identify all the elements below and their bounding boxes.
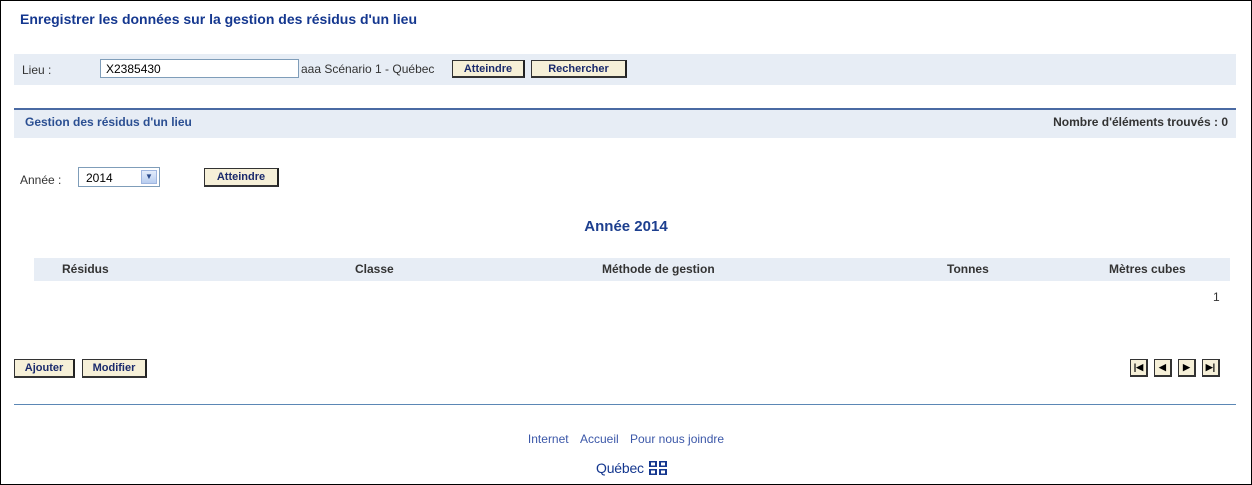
column-tonnes: Tonnes — [947, 262, 989, 276]
column-methode: Méthode de gestion — [602, 262, 715, 276]
quebec-logo: Québec — [596, 460, 668, 480]
column-residus: Résidus — [62, 262, 109, 276]
table-header: Résidus Classe Méthode de gestion Tonnes… — [34, 258, 1230, 281]
year-heading: Année 2014 — [584, 218, 668, 235]
footer-links: Internet Accueil Pour nous joindre — [0, 432, 1252, 446]
lieu-input[interactable] — [100, 59, 299, 78]
page-number: 1 — [1213, 290, 1220, 304]
ajouter-button[interactable]: Ajouter — [14, 359, 75, 378]
quebec-flag-icon — [649, 461, 668, 475]
annee-atteindre-button[interactable]: Atteindre — [204, 168, 279, 187]
annee-label: Année : — [20, 173, 62, 187]
modifier-button[interactable]: Modifier — [82, 359, 147, 378]
column-classe: Classe — [355, 262, 394, 276]
page-title: Enregistrer les données sur la gestion d… — [20, 11, 417, 27]
footer-link-internet[interactable]: Internet — [528, 432, 569, 446]
last-page-icon[interactable]: ▶| — [1202, 359, 1220, 377]
section-title: Gestion des résidus d'un lieu — [25, 115, 192, 129]
results-count: Nombre d'éléments trouvés : 0 — [1053, 115, 1228, 129]
lieu-description: aaa Scénario 1 - Québec — [301, 62, 435, 76]
next-page-icon[interactable]: ▶ — [1178, 359, 1196, 377]
divider — [14, 404, 1236, 405]
annee-select[interactable]: 2014 ▼ — [78, 167, 160, 187]
previous-page-icon[interactable]: ◀ — [1154, 359, 1172, 377]
chevron-down-icon[interactable]: ▼ — [141, 170, 157, 184]
section-header: Gestion des résidus d'un lieu Nombre d'é… — [14, 108, 1236, 138]
column-metres-cubes: Mètres cubes — [1109, 262, 1186, 276]
rechercher-button[interactable]: Rechercher — [531, 60, 627, 78]
annee-selected-value: 2014 — [86, 171, 113, 185]
lieu-atteindre-button[interactable]: Atteindre — [452, 60, 525, 78]
logo-text: Québec — [596, 460, 644, 476]
footer-link-nous-joindre[interactable]: Pour nous joindre — [630, 432, 724, 446]
first-page-icon[interactable]: |◀ — [1130, 359, 1148, 377]
lieu-bar: Lieu : aaa Scénario 1 - Québec Atteindre… — [14, 54, 1236, 85]
lieu-label: Lieu : — [22, 63, 52, 77]
footer-link-accueil[interactable]: Accueil — [580, 432, 619, 446]
